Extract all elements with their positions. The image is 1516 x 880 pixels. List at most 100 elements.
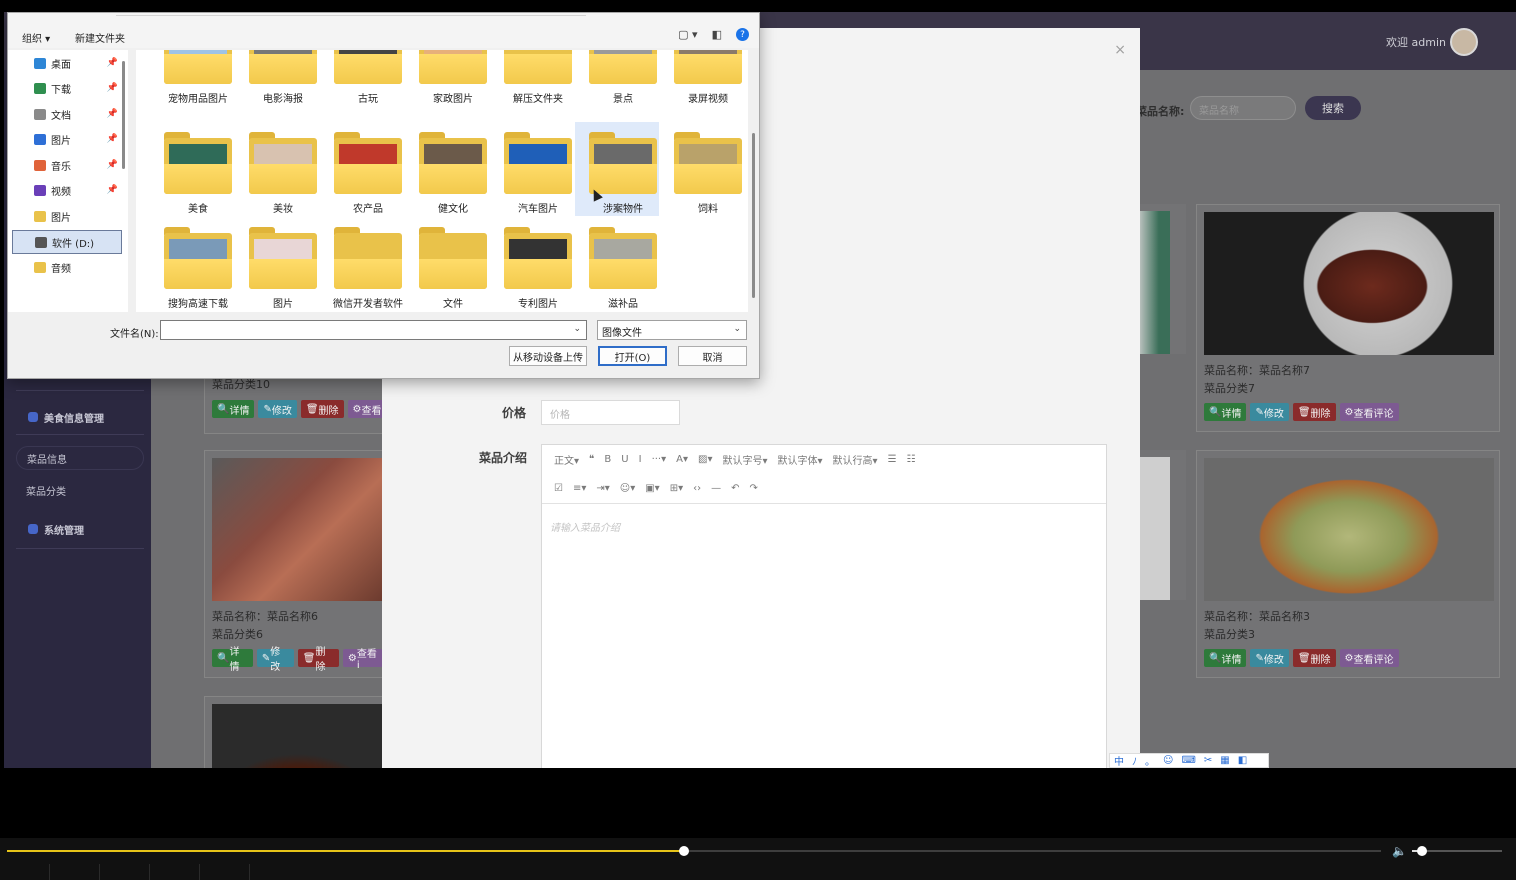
folder-item[interactable]: 景点 xyxy=(575,50,659,106)
folder-item[interactable]: 农产品 xyxy=(320,122,404,216)
chevron-down-icon[interactable]: ⌄ xyxy=(733,324,741,334)
editor-tool-button[interactable]: 正文▾ xyxy=(554,452,579,467)
filename-input[interactable]: ⌄ xyxy=(160,320,587,340)
folder-item[interactable]: 家政图片 xyxy=(405,50,489,106)
search-input[interactable]: 菜品名称 xyxy=(1190,96,1296,120)
editor-tool-button[interactable]: 默认字号▾ xyxy=(722,452,767,467)
folder-item[interactable]: 健文化 xyxy=(405,122,489,216)
folder-item[interactable]: 图片 xyxy=(235,217,319,311)
nav-item[interactable]: 图片 📌 xyxy=(12,127,122,151)
editor-tool-button[interactable]: ↶ xyxy=(731,483,739,494)
ime-icon[interactable]: ✂ xyxy=(1204,755,1212,766)
help-icon[interactable]: ? xyxy=(736,28,749,41)
nav-item[interactable]: 音乐 📌 xyxy=(12,153,122,177)
ime-icon[interactable]: ◧ xyxy=(1238,755,1247,766)
editor-tool-button[interactable]: ▣▾ xyxy=(645,483,659,494)
filetype-select[interactable]: 图像文件 ⌄ xyxy=(597,320,747,340)
comments-button[interactable]: ⚙ 查看i xyxy=(342,649,384,671)
preview-pane-icon[interactable]: ◧ xyxy=(712,28,722,41)
edit-button[interactable]: ✎ 修改 xyxy=(256,647,294,673)
detail-button[interactable]: 🔍 详情 xyxy=(212,400,255,418)
detail-button[interactable]: 🔍 详情 xyxy=(212,647,253,673)
seek-handle[interactable] xyxy=(678,846,689,856)
comments-button[interactable]: ⚙ 查看评论 xyxy=(1339,403,1399,421)
mobile-upload-button[interactable]: 从移动设备上传 xyxy=(509,346,587,366)
editor-tool-button[interactable]: ≡▾ xyxy=(573,483,586,494)
nav-item[interactable]: 视频 📌 xyxy=(12,178,122,202)
editor-tool-button[interactable]: ☑ xyxy=(554,483,563,494)
nav-item[interactable]: 文档 📌 xyxy=(12,102,122,126)
ime-icon[interactable]: 中 xyxy=(1114,753,1124,768)
editor-tool-button[interactable]: A▾ xyxy=(676,454,688,465)
search-button[interactable]: 搜索 xyxy=(1305,96,1361,120)
comments-button[interactable]: ⚙ 查看评论 xyxy=(1339,649,1399,667)
editor-tool-button[interactable]: 默认行高▾ xyxy=(833,452,878,467)
editor-tool-button[interactable]: ▨▾ xyxy=(698,454,712,465)
folder-item[interactable]: 古玩 xyxy=(320,50,404,106)
editor-tool-button[interactable]: ⊞▾ xyxy=(670,483,683,494)
folder-item[interactable]: 专利图片 xyxy=(490,217,574,311)
folder-item[interactable]: 微信开发者软件 xyxy=(320,217,404,311)
chevron-down-icon[interactable]: ⌄ xyxy=(573,324,581,334)
folder-item[interactable]: 汽车图片 xyxy=(490,122,574,216)
editor-tool-button[interactable]: B xyxy=(604,454,611,465)
sidebar-group-system[interactable]: 系统管理 xyxy=(16,516,144,542)
nav-item[interactable]: 软件 (D:) xyxy=(12,230,122,254)
folder-item[interactable]: 饲料 xyxy=(660,122,744,216)
nav-item[interactable]: 音频 xyxy=(12,255,122,279)
folder-item[interactable]: 文件 xyxy=(405,217,489,311)
detail-button[interactable]: 🔍 详情 xyxy=(1204,403,1247,421)
folder-item[interactable]: 宠物用品图片 xyxy=(150,50,234,106)
sidebar-item-food-info[interactable]: 菜品信息 xyxy=(16,446,144,470)
edit-button[interactable]: ✎ 修改 xyxy=(258,400,297,418)
ime-icon[interactable]: ⌨ xyxy=(1181,755,1195,766)
delete-button[interactable]: 🗑 删除 xyxy=(1292,649,1336,667)
ime-icon[interactable]: ﾉ xyxy=(1132,753,1137,768)
folder-item[interactable]: 美妆 xyxy=(235,122,319,216)
folder-item[interactable]: 滋补品 xyxy=(575,217,659,311)
editor-tool-button[interactable]: — xyxy=(711,483,721,494)
delete-button[interactable]: 🗑 删除 xyxy=(297,647,339,673)
editor-placeholder[interactable]: 请输入菜品介绍 xyxy=(550,519,620,534)
editor-tool-button[interactable]: ↷ xyxy=(750,483,758,494)
price-input[interactable]: 价格 xyxy=(541,400,680,425)
sidebar-group-food[interactable]: 美食信息管理 xyxy=(16,404,144,430)
volume-icon[interactable]: 🔈 xyxy=(1392,844,1407,858)
detail-button[interactable]: 🔍 详情 xyxy=(1204,649,1247,667)
editor-tool-button[interactable]: ☰ xyxy=(888,454,897,465)
editor-tool-button[interactable]: ☺▾ xyxy=(620,483,635,494)
edit-button[interactable]: ✎ 修改 xyxy=(1250,649,1289,667)
editor-tool-button[interactable]: U xyxy=(621,454,628,465)
volume-slider[interactable] xyxy=(1412,846,1502,856)
volume-handle[interactable] xyxy=(1416,846,1427,856)
folder-item[interactable]: 电影海报 xyxy=(235,50,319,106)
organize-menu[interactable]: 组织 ▾ xyxy=(22,30,50,45)
editor-tool-button[interactable]: ‹› xyxy=(693,483,701,494)
nav-item[interactable]: 下载 📌 xyxy=(12,76,122,100)
delete-button[interactable]: 🗑 删除 xyxy=(1292,403,1336,421)
editor-tool-button[interactable]: I xyxy=(639,454,642,465)
editor-tool-button[interactable]: ⇥▾ xyxy=(596,483,609,494)
folder-item[interactable]: 涉案物件 xyxy=(575,122,659,216)
editor-tool-button[interactable]: ❝ xyxy=(589,454,594,465)
cancel-button[interactable]: 取消 xyxy=(678,346,747,366)
nav-item[interactable]: 桌面 📌 xyxy=(12,51,122,75)
editor-tool-button[interactable]: ☷ xyxy=(907,454,916,465)
folder-item[interactable]: 录屏视频 xyxy=(660,50,744,106)
close-icon[interactable]: × xyxy=(1114,42,1126,58)
folder-item[interactable]: 美食 xyxy=(150,122,234,216)
ime-icon[interactable]: 。 xyxy=(1145,753,1155,768)
new-folder-button[interactable]: 新建文件夹 xyxy=(75,30,125,45)
edit-button[interactable]: ✎ 修改 xyxy=(1250,403,1289,421)
editor-tool-button[interactable]: ···▾ xyxy=(652,454,667,465)
folder-item[interactable]: 解压文件夹 xyxy=(490,50,574,106)
ime-icon[interactable]: ▦ xyxy=(1220,755,1229,766)
seek-bar[interactable] xyxy=(7,846,1381,856)
open-button[interactable]: 打开(O) xyxy=(598,346,667,366)
delete-button[interactable]: 🗑 删除 xyxy=(300,400,344,418)
sidebar-item-food-category[interactable]: 菜品分类 xyxy=(16,478,144,502)
editor-tool-button[interactable]: 默认字体▾ xyxy=(778,452,823,467)
rich-text-editor[interactable]: 正文▾ ❝ B U I ···▾ A▾ ▨▾ 默认字号▾ 默认字体▾ 默认行高▾ ☰ ☷ ☑ ≡▾ ⇥▾ ☺▾… xyxy=(541,444,1107,768)
avatar[interactable] xyxy=(1450,28,1478,56)
nav-scrollbar[interactable] xyxy=(122,61,125,169)
